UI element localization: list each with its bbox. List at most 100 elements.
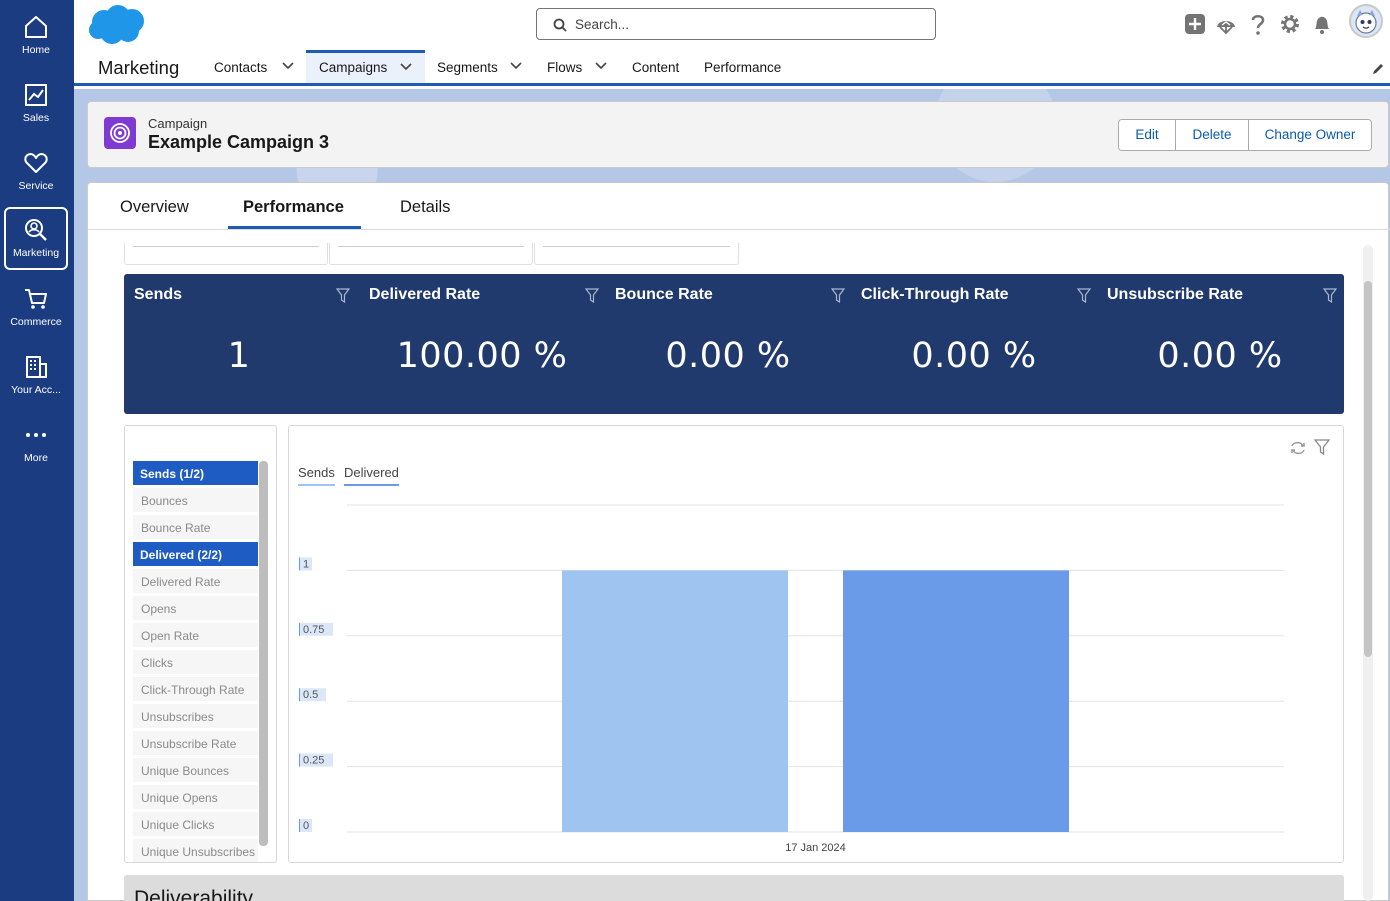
filter-icon[interactable] [1077,288,1091,303]
rail-item-home[interactable]: Home [4,4,68,66]
metric-item[interactable]: Sends (1/2) [133,461,258,485]
marketing-icon [25,219,47,241]
bar-chart: 0 0.25 0.5 0.75 1 17 Jan 2024 [299,504,1284,854]
scrollbar-thumb[interactable] [1364,281,1372,657]
rail-item-marketing[interactable]: Marketing [4,207,68,270]
tab-details[interactable]: Details [400,198,450,217]
trailhead-icon[interactable] [1215,13,1237,35]
nav-item-contacts[interactable]: Contacts [214,50,306,83]
metric-item[interactable]: Unique Clicks [133,812,258,836]
search-input[interactable] [575,14,925,34]
edit-nav-pencil-icon[interactable] [1371,62,1385,76]
cart-icon [25,289,47,309]
nav-item-label: Performance [704,60,782,75]
global-header [74,0,1390,50]
y-tick-label: 1 [303,558,309,570]
chevron-down-icon[interactable] [595,62,607,70]
more-icon [26,433,46,437]
app-navigation: Marketing Contacts Campaigns Segments Fl… [74,50,1390,86]
nav-item-label: Flows [547,60,583,75]
app-launcher-rail: Home Sales Service Marketing Commerce Yo… [0,0,74,901]
metric-item[interactable]: Bounces [133,488,258,512]
gear-icon[interactable] [1279,13,1301,35]
kpi-title: Unsubscribe Rate [1107,286,1244,303]
record-tabs: Overview Performance Details [88,183,1390,230]
rail-item-label: Sales [22,112,50,124]
rail-item-label: Home [21,44,50,56]
heart-icon [24,153,48,173]
metric-item[interactable]: Unsubscribes [133,704,258,728]
nav-item-performance[interactable]: Performance [704,50,781,83]
metric-item[interactable]: Click-Through Rate [133,677,258,701]
nav-item-label: Campaigns [319,60,388,75]
y-tick-label: 0 [303,820,309,832]
metric-item[interactable]: Opens [133,596,258,620]
y-tick-label: 0.5 [303,689,318,701]
cloud-logo-icon [89,5,144,44]
global-search[interactable] [536,8,936,40]
add-icon[interactable] [1184,13,1206,35]
partial-card [534,243,739,265]
metric-item[interactable]: Clicks [133,650,258,674]
help-icon[interactable] [1248,13,1268,35]
building-icon [26,356,47,378]
metric-selector: Sends (1/2) Bounces Bounce Rate Delivered (… [124,425,277,863]
delete-button[interactable]: Delete [1176,120,1249,150]
salesforce-logo[interactable] [88,4,148,51]
chevron-down-icon[interactable] [282,62,294,70]
kpi-title: Delivered Rate [369,286,481,303]
nav-item-campaigns[interactable]: Campaigns [306,50,425,83]
metric-list-scrollbar[interactable] [259,461,268,846]
kpi-delivered-rate: Delivered Rate 100.00 % [359,274,605,414]
metric-item[interactable]: Open Rate [133,623,258,647]
change-owner-button[interactable]: Change Owner [1249,120,1371,150]
nav-item-flows[interactable]: Flows [547,50,619,83]
metric-item[interactable]: Delivered Rate [133,569,258,593]
y-tick-label: 0.25 [303,755,324,767]
nav-item-content[interactable]: Content [632,50,679,83]
metric-item[interactable]: Unsubscribe Rate [133,731,258,755]
partial-card [124,243,328,265]
kpi-value: 0.00 % [911,336,1037,376]
record-actions: Edit Delete Change Owner [1118,119,1372,151]
tab-performance[interactable]: Performance [243,198,344,217]
metric-item[interactable]: Bounce Rate [133,515,258,539]
kpi-click-through-rate: Click-Through Rate 0.00 % [851,274,1097,414]
campaign-record-icon [104,117,136,149]
metric-item[interactable]: Unique Opens [133,785,258,809]
filter-icon[interactable] [1323,288,1337,303]
record-header: Campaign Example Campaign 3 Edit Delete … [87,101,1389,168]
home-icon [25,16,47,38]
metric-item[interactable]: Delivered (2/2) [133,542,258,566]
x-tick-label: 17 Jan 2024 [785,842,846,854]
partial-card [329,243,533,265]
target-icon [110,123,130,143]
record-type-label: Campaign [148,116,208,131]
rail-item-your-account[interactable]: Your Acc... [4,344,68,406]
content-scrollbar[interactable] [1363,245,1373,901]
notification-bell-icon[interactable] [1311,13,1333,35]
chevron-down-icon[interactable] [510,62,522,70]
rail-item-label: Commerce [10,316,62,328]
kpi-bounce-rate: Bounce Rate 0.00 % [605,274,851,414]
bar-delivered[interactable] [843,570,1069,832]
nav-item-label: Content [632,60,680,75]
rail-item-service[interactable]: Service [4,140,68,202]
y-tick-label: 0.75 [303,624,324,636]
chart-panel: Sends Delivered 0 0.25 0.5 0.75 1 17 Jan 2024 [288,425,1344,863]
filter-icon[interactable] [831,288,845,303]
nav-item-segments[interactable]: Segments [437,50,535,83]
rail-item-more[interactable]: More [4,412,68,474]
filter-icon[interactable] [585,288,599,303]
astro-avatar-icon [1355,10,1377,34]
tab-overview[interactable]: Overview [120,198,189,217]
metric-item[interactable]: Unique Unsubscribes [133,839,258,862]
rail-item-commerce[interactable]: Commerce [4,276,68,338]
filter-icon[interactable] [336,288,350,303]
chevron-down-icon[interactable] [400,63,412,71]
user-avatar[interactable] [1349,4,1383,38]
edit-button[interactable]: Edit [1119,120,1176,150]
metric-item[interactable]: Unique Bounces [133,758,258,782]
bar-sends[interactable] [562,570,788,832]
rail-item-sales[interactable]: Sales [4,72,68,134]
